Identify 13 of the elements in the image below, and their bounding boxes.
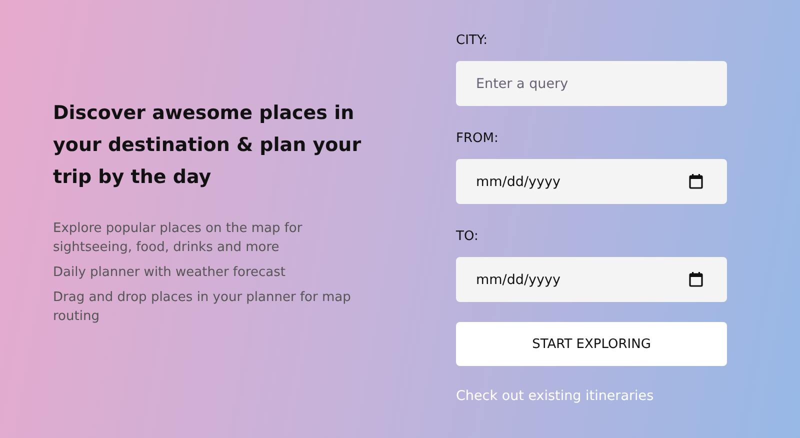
- date-input-field[interactable]: mm/dd/yyyy: [456, 159, 727, 204]
- field-label: FROM:: [456, 130, 500, 148]
- city-input-field[interactable]: Enter a query: [456, 61, 727, 106]
- field-label: CITY:: [456, 32, 488, 50]
- feature-text: Daily planner with weather forecast: [53, 264, 287, 282]
- feature-text: Drag and drop places in your planner for map routing: [53, 288, 352, 326]
- field-label: TO:: [456, 228, 480, 246]
- feature-text: Explore popular places on the map for sightseeing, food, drinks and more: [53, 220, 304, 256]
- calendar-icon[interactable]: [689, 174, 703, 189]
- date-input-field[interactable]: mm/dd/yyyy: [456, 257, 727, 302]
- calendar-icon[interactable]: [689, 272, 703, 287]
- headline: Discover awesome places in your destination & plan your trip by the day: [53, 100, 362, 190]
- start-exploring-button[interactable]: START EXPLORING: [456, 322, 727, 366]
